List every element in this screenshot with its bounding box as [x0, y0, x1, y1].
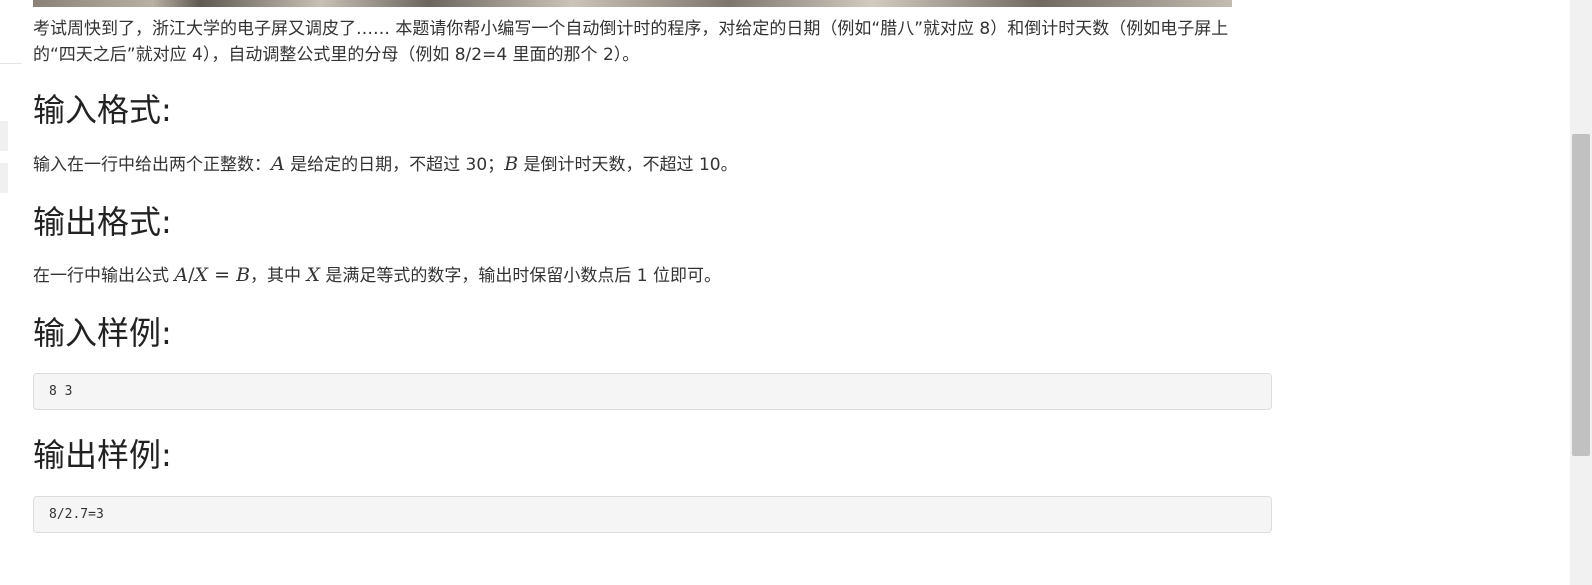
problem-intro: 考试周快到了，浙江大学的电子屏又调皮了…… 本题请你帮小编写一个自动倒计时的程序…	[33, 16, 1293, 68]
formula: A/X = B	[174, 264, 251, 286]
scrollbar-thumb[interactable]	[1572, 134, 1590, 456]
output-format-text-1: 在一行中输出公式	[33, 266, 175, 286]
input-format-text-1: 输入在一行中给出两个正整数：	[33, 155, 271, 175]
input-format-text: 输入在一行中给出两个正整数：A 是给定的日期，不超过 30；B 是倒计时天数，不…	[33, 151, 738, 178]
input-format-text-2: 是给定的日期，不超过 30；	[284, 155, 505, 175]
variable-b: B	[504, 153, 519, 175]
page-scrollbar[interactable]	[1570, 0, 1592, 585]
left-panel-tab[interactable]	[0, 163, 8, 193]
output-format-text-3: 是满足等式的数字，输出时保留小数点后 1 位即可。	[319, 266, 722, 286]
sample-output-heading: 输出样例:	[33, 436, 172, 474]
formula-equals: =	[208, 264, 237, 286]
output-format-text-2: ，其中	[250, 266, 307, 286]
variable-x: X	[306, 264, 320, 286]
formula-a: A	[174, 264, 189, 286]
sample-input-code[interactable]: 8 3	[33, 373, 1272, 410]
input-format-heading: 输入格式:	[33, 91, 172, 129]
intro-line-1: 考试周快到了，浙江大学的电子屏又调皮了…… 本题请你帮小编写一个自动倒计时的程序…	[33, 19, 1229, 39]
input-format-text-3: 是倒计时天数，不超过 10。	[518, 155, 738, 175]
sample-input-heading: 输入样例:	[33, 314, 172, 352]
formula-x: X	[194, 264, 209, 286]
intro-line-2: 的“四天之后”就对应 4），自动调整公式里的分母（例如 8/2=4 里面的那个 …	[33, 45, 640, 65]
sample-output-code[interactable]: 8/2.7=3	[33, 496, 1272, 533]
formula-b: B	[236, 264, 251, 286]
variable-a: A	[271, 153, 285, 175]
left-panel-edge	[0, 63, 22, 64]
output-format-text: 在一行中输出公式 A/X = B，其中 X 是满足等式的数字，输出时保留小数点后…	[33, 262, 721, 289]
problem-banner-image	[33, 0, 1232, 7]
output-format-heading: 输出格式:	[33, 203, 172, 241]
problem-description: 考试周快到了，浙江大学的电子屏又调皮了…… 本题请你帮小编写一个自动倒计时的程序…	[33, 16, 1293, 533]
left-panel-tab[interactable]	[0, 121, 8, 151]
